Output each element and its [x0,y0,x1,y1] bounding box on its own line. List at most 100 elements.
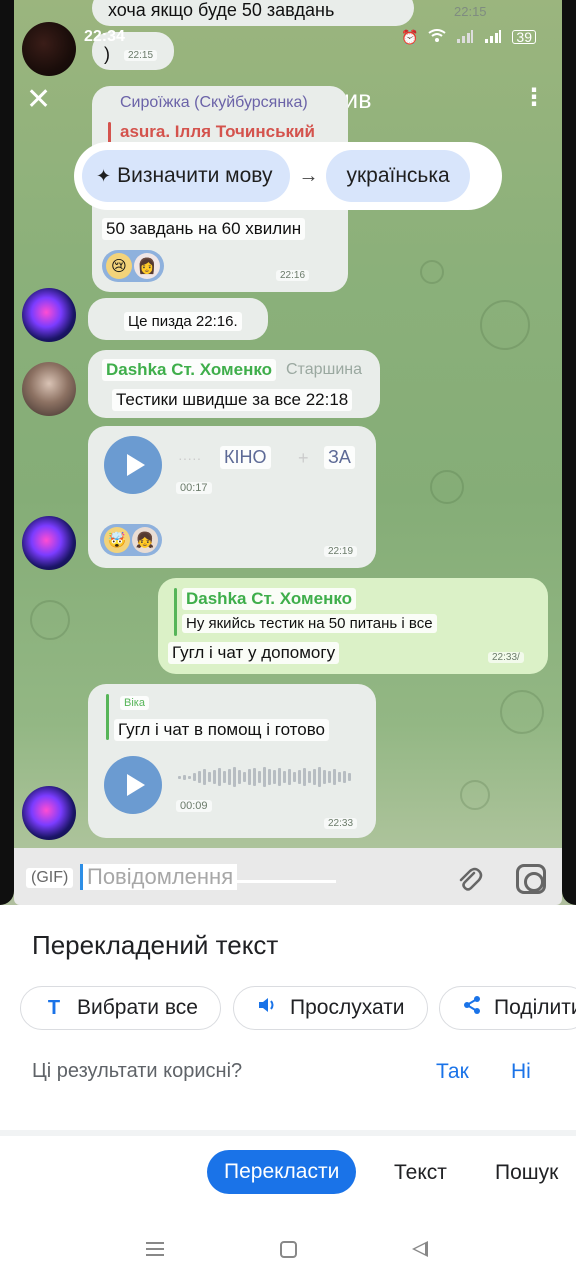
reply-subtitle: asura. Ілля Точинський [120,122,315,141]
select-all-label: Вибрати все [77,996,198,1019]
close-icon[interactable]: ✕ [26,85,51,115]
source-language-label: Визначити мову [117,164,273,187]
target-language-label: українська [346,164,450,187]
more-vert-icon[interactable]: ⋮ [522,86,546,110]
select-all-button[interactable]: T Вибрати все [20,986,221,1030]
voice-waveform[interactable] [178,766,351,788]
message-bubble[interactable]: Dashka Ст. Хоменко Старшина Тестики швид… [88,350,380,418]
gif-button[interactable]: (GIF) [26,868,74,888]
own-message-bubble[interactable]: Dashka Ст. Хоменко Ну якийсь тестик на 5… [158,578,548,674]
reactor-avatar: 👩 [134,253,160,279]
attach-icon[interactable] [454,864,484,894]
message-bubble[interactable]: Це пизда 22:16. [88,298,268,340]
system-nav-bar [0,1220,576,1280]
status-bar: 22:34 ⏰ 39 [84,26,536,48]
feedback-no-button[interactable]: Ні [511,1060,531,1084]
pattern-doodle [420,260,444,284]
reply-text: Ну якийсь тестик на 50 питань і все [182,614,437,633]
message-input[interactable]: Повідомлення [80,864,238,890]
battery-icon: 39 [512,30,536,44]
listen-button[interactable]: Прослухати [233,986,428,1030]
avatar[interactable] [22,288,76,342]
reply-bar [108,122,111,144]
tab-search[interactable]: Пошук [495,1161,558,1185]
pattern-doodle [500,690,544,734]
avatar[interactable] [22,786,76,840]
waveform-dots: ····· [178,450,202,466]
screen-edge-left [0,0,14,905]
message-text: Це пизда 22:16. [124,312,242,331]
plus-icon: + [298,448,309,468]
tab-text[interactable]: Текст [394,1161,447,1185]
wifi-icon [428,28,447,46]
message-text: 50 завдань на 60 хвилин [102,218,306,240]
reply-author: Сироїжка (Скуйбурсянка) [120,94,308,111]
message-time: 22:33/ [488,652,524,663]
target-language-button[interactable]: українська [326,150,470,202]
message-time: 22:33 [324,818,358,829]
listen-label: Прослухати [290,996,405,1019]
avatar[interactable] [22,22,76,76]
author-role: Старшина [286,361,363,378]
message-author: Dashka Ст. Хоменко [102,359,276,381]
pattern-doodle [480,300,530,350]
share-button[interactable]: Поділити [439,986,576,1030]
tab-translate[interactable]: Перекласти [207,1150,357,1194]
feedback-yes-button[interactable]: Так [436,1060,469,1084]
message-text: Тестики швидше за все 22:18 [112,389,353,411]
signal-icon [456,29,474,46]
avatar[interactable] [22,516,76,570]
reply-bar [174,588,177,636]
exploding-head-emoji-icon: 🤯 [104,527,130,553]
signal-icon-2 [484,29,502,46]
input-underline [234,880,336,883]
camera-icon[interactable] [516,864,546,894]
home-icon[interactable] [280,1241,297,1258]
reactions[interactable]: 😢 👩 [102,250,164,282]
play-button[interactable] [104,436,162,494]
message-time: 22:15 [454,4,487,19]
voice-message-bubble[interactable]: ····· КІНО + ЗА 00:17 🤯 👧 22:19 [88,426,376,568]
language-selector: ✦ Визначити мову → українська [74,142,502,210]
reply-author: Dashka Ст. Хоменко [182,588,356,610]
arrow-right-icon: → [298,164,319,187]
share-label: Поділити [494,996,576,1019]
pattern-doodle [30,600,70,640]
recents-icon[interactable] [146,1242,164,1256]
reply-bar [106,694,109,740]
pattern-doodle [430,470,464,504]
voice-message-bubble[interactable]: Віка Гугл і чат в помощ і готово 00:09 2… [88,684,376,838]
sheet-title: Перекладений текст [32,930,279,960]
share-icon [462,995,482,1021]
voice-label-a: КІНО [220,446,271,469]
message-bubble[interactable]: хоча якщо буде 50 завдань 22:15 [92,0,487,26]
feedback-question: Ці результати корисні? [32,1060,243,1082]
message-input-bar: (GIF) Повідомлення [14,848,562,905]
message-text: хоча якщо буде 50 завдань [108,0,335,20]
screen-edge-right [562,0,576,905]
message-text: Гугл і чат в помощ і готово [114,719,330,741]
voice-duration: 00:17 [176,482,212,494]
status-icons: ⏰ 39 [401,29,536,46]
reactions[interactable]: 🤯 👧 [100,524,162,556]
pattern-doodle [460,780,490,810]
message-time: 22:15 [124,50,158,61]
voice-duration: 00:09 [176,800,212,812]
alarm-icon: ⏰ [400,28,419,45]
speaker-icon [256,995,278,1021]
reply-author: Віка [120,696,149,710]
crying-emoji-icon: 😢 [106,253,132,279]
status-time: 22:34 [84,28,125,45]
back-icon[interactable] [412,1241,428,1257]
play-button[interactable] [104,756,162,814]
reactor-avatar: 👧 [132,527,158,553]
avatar[interactable] [22,362,76,416]
sparkle-icon: ✦ [96,165,112,186]
message-time: 22:16 [276,270,310,281]
divider [0,1130,576,1136]
message-text: Гугл і чат у допомогу [168,642,340,664]
voice-label-b: ЗА [324,446,355,469]
source-language-button[interactable]: ✦ Визначити мову [82,150,291,202]
text-t-icon: T [47,996,61,1019]
message-time: 22:19 [324,546,358,557]
